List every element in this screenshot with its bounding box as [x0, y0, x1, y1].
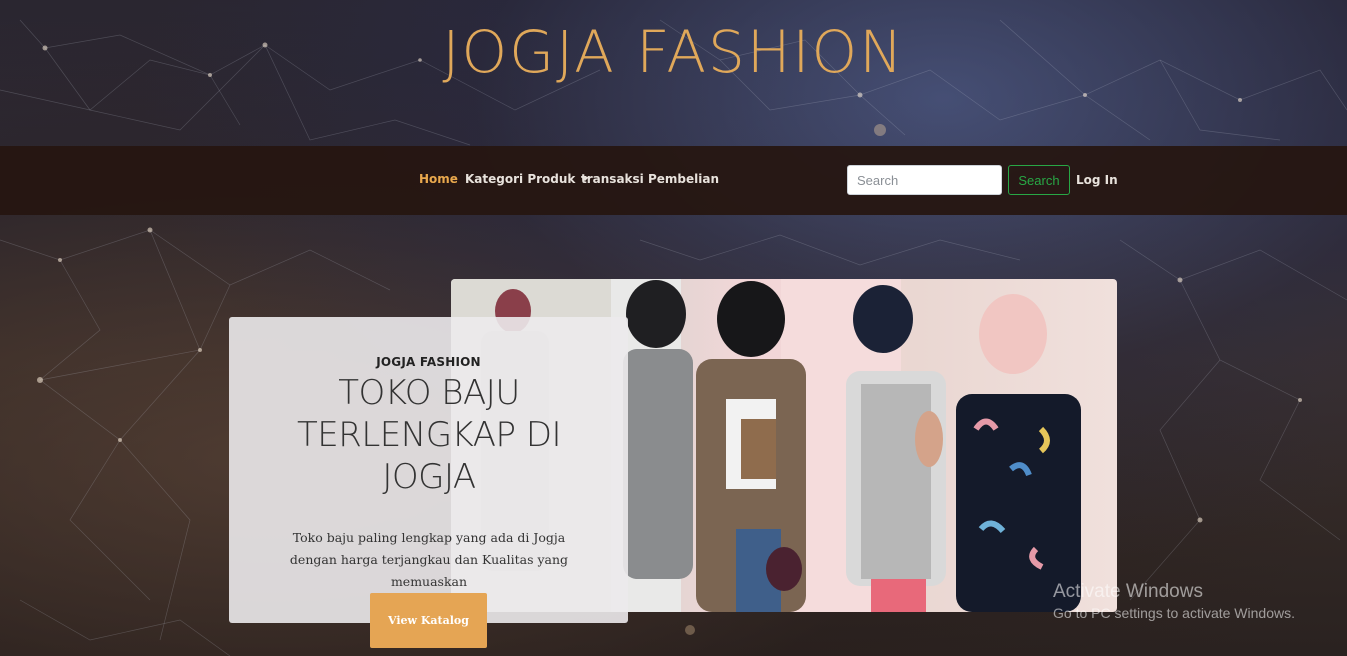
navbar: Home Kategori Produk transaksi Pembelian — [0, 146, 1347, 215]
intro-heading: TOKO BAJU TERLENGKAP DI JOGJA — [296, 373, 562, 497]
view-catalog-button[interactable]: View Katalog — [370, 593, 487, 648]
nav-kategori-produk[interactable]: Kategori Produk — [465, 172, 590, 186]
nav-home[interactable]: Home — [419, 172, 458, 186]
intro-card: JOGJA FASHION TOKO BAJU TERLENGKAP DI JO… — [229, 317, 628, 623]
site-title: JOGJA FASHION — [442, 18, 905, 86]
nav-transaksi-pembelian[interactable]: transaksi Pembelian — [581, 172, 719, 186]
intro-text: Toko baju paling lengkap yang ada di Jog… — [289, 530, 569, 589]
search-button[interactable]: Search — [1008, 165, 1070, 195]
nav-kategori-label: Kategori Produk — [465, 172, 576, 186]
watermark-subtitle: Go to PC settings to activate Windows. — [1053, 605, 1295, 621]
login-link[interactable]: Log In — [1076, 173, 1118, 187]
activate-windows-watermark: Activate Windows Go to PC settings to ac… — [1053, 581, 1295, 621]
intro-label: JOGJA FASHION — [376, 355, 481, 369]
search-input[interactable] — [847, 165, 1002, 195]
watermark-title: Activate Windows — [1053, 581, 1203, 602]
